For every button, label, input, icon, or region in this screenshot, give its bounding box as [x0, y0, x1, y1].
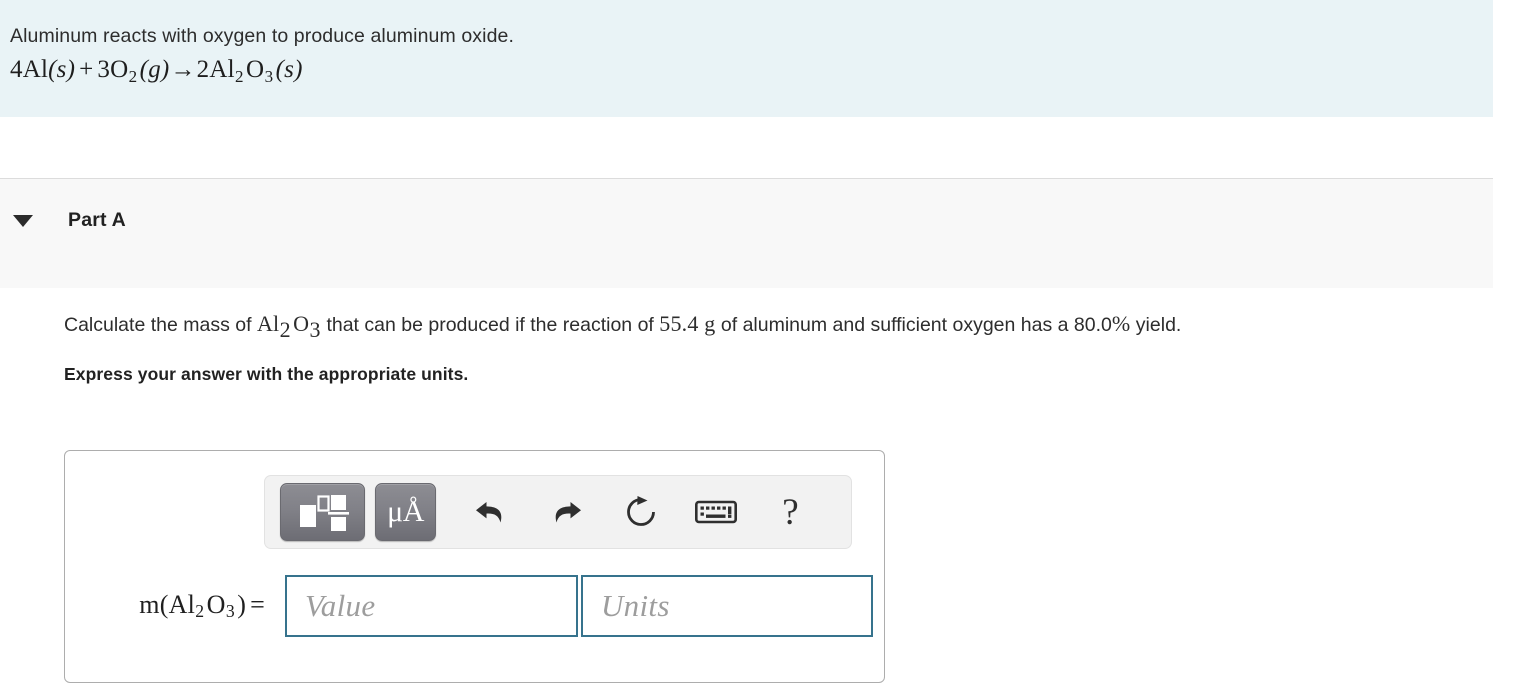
answer-instruction: Express your answer with the appropriate… [64, 364, 1476, 385]
units-button[interactable]: μÅ [375, 483, 436, 541]
label-open-paren: ( [160, 590, 169, 619]
label-formula-sub3: 3 [226, 601, 236, 621]
equation-coeff-alumina: 2 [197, 56, 210, 83]
answer-units-input[interactable]: Units [581, 575, 873, 637]
keyboard-icon [695, 498, 737, 526]
reset-button[interactable] [614, 486, 667, 538]
problem-statement-text: Aluminum reacts with oxygen to produce a… [10, 25, 1493, 47]
help-button[interactable]: ? [764, 486, 817, 538]
question-mass-value: 55.4 g [659, 311, 715, 336]
part-a-title: Part A [68, 209, 126, 232]
question-percent-symbol: % [1112, 311, 1131, 336]
caret-down-icon[interactable] [0, 214, 46, 228]
equation-state-aluminum: (s) [48, 56, 75, 83]
label-formula-al: Al [169, 590, 195, 619]
question-formula-al: Al [257, 311, 279, 336]
problem-statement-band: Aluminum reacts with oxygen to produce a… [0, 0, 1493, 117]
value-placeholder: Value [305, 588, 375, 624]
units-placeholder: Units [601, 588, 670, 624]
question-formula-sub2: 2 [279, 317, 291, 342]
equation-subscript-alumina-o: 3 [264, 67, 273, 86]
question-lead: Calculate the mass of [64, 314, 257, 336]
answer-input-row: m(Al2O3)= Value Units [85, 575, 873, 637]
undo-icon [473, 496, 509, 528]
question-body: Calculate the mass of Al2O3 that can be … [64, 310, 1476, 385]
answer-variable-label: m(Al2O3)= [85, 590, 285, 623]
question-tail: yield. [1130, 314, 1181, 336]
label-mass-symbol: m [139, 590, 159, 619]
math-template-icon [297, 492, 349, 532]
math-template-button[interactable] [280, 483, 365, 541]
part-a-header-band[interactable]: Part A [0, 178, 1493, 288]
equation-species-alumina-o: O [244, 56, 264, 83]
help-question-mark-icon: ? [782, 494, 798, 531]
units-button-label: μÅ [387, 497, 424, 527]
equation-plus-operator: + [75, 56, 97, 83]
equation-species-aluminum: Al [23, 56, 48, 83]
equation-subscript-alumina-al: 2 [235, 67, 244, 86]
undo-button[interactable] [464, 486, 517, 538]
equation-coeff-oxygen: 3 [97, 56, 110, 83]
question-formula-o: O [291, 311, 309, 336]
answer-value-input[interactable]: Value [285, 575, 578, 637]
reset-circular-arrow-icon [624, 495, 658, 529]
question-formula-sub3: 3 [309, 317, 321, 342]
equation-state-oxygen: (g) [138, 56, 170, 83]
equation-species-alumina-al: Al [209, 56, 234, 83]
part-a-header-row[interactable]: Part A [0, 209, 126, 232]
label-formula-o: O [205, 590, 226, 619]
question-middle: that can be produced if the reaction of [321, 314, 659, 336]
equation-coeff-aluminum: 4 [10, 56, 23, 83]
equation-subscript-oxygen: 2 [128, 67, 137, 86]
redo-icon [548, 496, 584, 528]
chemical-equation: 4Al(s)+3O2(g)→2Al2O3(s) [10, 56, 1493, 87]
equation-species-oxygen: O [110, 56, 128, 83]
equation-state-alumina: (s) [274, 56, 303, 83]
keyboard-button[interactable] [689, 486, 742, 538]
label-equals-sign: = [246, 590, 269, 619]
redo-button[interactable] [539, 486, 592, 538]
question-middle-2: of aluminum and sufficient oxygen has a … [715, 314, 1111, 336]
label-close-paren: ) [235, 590, 246, 619]
label-formula-sub2: 2 [195, 601, 205, 621]
question-text: Calculate the mass of Al2O3 that can be … [64, 310, 1476, 343]
equation-reaction-arrow: → [169, 56, 196, 83]
answer-entry-panel: μÅ [64, 450, 885, 683]
math-editor-toolbar: μÅ [264, 475, 852, 549]
